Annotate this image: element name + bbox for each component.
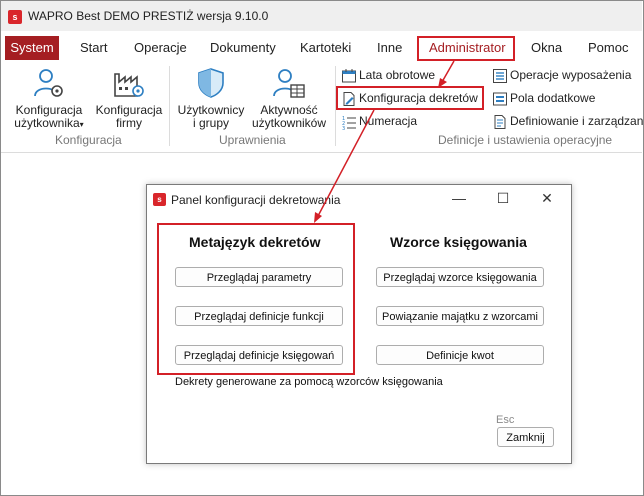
uzytkownicy-label-1: Użytkownicy: [177, 103, 245, 117]
dialog-logo-icon: s: [153, 193, 166, 206]
przegladaj-definicje-ksiegowan-button[interactable]: Przeglądaj definicje księgowań: [175, 345, 343, 365]
dropdown-arrow-icon: ▾: [79, 120, 84, 129]
menu-kartoteki[interactable]: Kartoteki: [300, 36, 351, 60]
document-edit-icon: [494, 114, 506, 129]
lata-obrotowe-label: Lata obrotowe: [359, 68, 436, 82]
przegladaj-definicje-funkcji-button[interactable]: Przeglądaj definicje funkcji: [175, 306, 343, 326]
title-bar: s WAPRO Best DEMO PRESTIŻ wersja 9.10.0: [1, 1, 642, 31]
lata-obrotowe-button[interactable]: Lata obrotowe: [341, 65, 435, 85]
dialog-title-bar: s Panel konfiguracji dekretowania — ☐ ✕: [147, 185, 571, 213]
menu-dokumenty[interactable]: Dokumenty: [210, 36, 276, 60]
aktywnosc-uzytkownikow-button[interactable]: Aktywność użytkowników: [247, 66, 331, 130]
dialog-title: Panel konfiguracji dekretowania: [171, 193, 341, 207]
aktywnosc-label-1: Aktywność: [260, 103, 318, 117]
minimize-icon[interactable]: —: [439, 185, 479, 211]
menu-administrator[interactable]: Administrator: [429, 36, 506, 60]
definicje-kwot-button[interactable]: Definicje kwot: [376, 345, 544, 365]
calendar-icon: [342, 68, 356, 83]
operacje-wyposazenia-button[interactable]: Operacje wyposażenia: [492, 65, 631, 85]
numeracja-button[interactable]: 1 2 3 Numeracja: [341, 111, 418, 132]
przegladaj-wzorce-ksiegowania-button[interactable]: Przeglądaj wzorce księgowania: [376, 267, 544, 287]
group-label-definicje: Definicje i ustawienia operacyjne: [438, 133, 613, 147]
menu-pomoc[interactable]: Pomoc: [588, 36, 628, 60]
przegladaj-parametry-button[interactable]: Przeglądaj parametry: [175, 267, 343, 287]
ribbon-separator: [169, 66, 170, 146]
svg-text:3: 3: [342, 126, 345, 130]
factory-settings-icon: [114, 73, 144, 97]
konf-firmy-label-2: firmy: [116, 116, 142, 130]
konfiguracja-uzytkownika-button[interactable]: Konfiguracja użytkownika▾: [11, 66, 87, 131]
pola-dodatkowe-label: Pola dodatkowe: [510, 91, 596, 105]
powiazanie-majatku-button[interactable]: Powiązanie majątku z wzorcami: [376, 306, 544, 326]
app-logo-icon: s: [8, 10, 22, 24]
definiowanie-button[interactable]: Definiowanie i zarządzan: [492, 111, 643, 131]
pola-dodatkowe-button[interactable]: Pola dodatkowe: [492, 88, 595, 108]
menu-system[interactable]: System: [5, 36, 59, 60]
menu-okna[interactable]: Okna: [531, 36, 562, 60]
numbered-list-icon: 123: [342, 116, 356, 132]
ribbon-separator: [335, 66, 336, 146]
numeracja-label: Numeracja: [359, 114, 418, 128]
konfiguracja-firmy-button[interactable]: Konfiguracja firmy: [91, 66, 167, 130]
dekrety-note: Dekrety generowane za pomocą wzorców ksi…: [175, 376, 443, 388]
menu-bar: System Start Operacje Dokumenty Kartotek…: [1, 36, 642, 60]
aktywnosc-label-2: użytkowników: [251, 116, 327, 130]
close-icon[interactable]: ✕: [527, 185, 567, 211]
user-settings-icon: [34, 69, 63, 97]
uzytkownicy-i-grupy-button[interactable]: Użytkownicy i grupy: [173, 66, 249, 130]
menu-start[interactable]: Start: [80, 36, 107, 60]
group-label-uprawnienia: Uprawnienia: [219, 133, 286, 147]
metajezyk-dekretow-title: Metajęzyk dekretów: [189, 234, 321, 250]
konfiguracja-dekretow-button[interactable]: Konfiguracja dekretów: [341, 88, 478, 108]
uzytkownicy-label-2: i grupy: [192, 116, 230, 130]
list-icon: [493, 68, 507, 83]
document-pen-icon: [343, 91, 355, 106]
zamknij-button[interactable]: Zamknij: [497, 427, 554, 447]
definiowanie-label: Definiowanie i zarządzan: [510, 114, 644, 128]
menu-inne[interactable]: Inne: [377, 36, 402, 60]
operacje-wyposazenia-label: Operacje wyposażenia: [510, 68, 632, 82]
konf-firmy-label-1: Konfiguracja: [95, 103, 163, 117]
konf-uzytkownika-label-2: użytkownika: [14, 116, 80, 130]
konfiguracja-dekretow-label: Konfiguracja dekretów: [359, 91, 478, 105]
user-table-icon: [273, 69, 305, 98]
wzorce-ksiegowania-title: Wzorce księgowania: [390, 234, 527, 250]
konf-uzytkownika-label-1: Konfiguracja: [15, 103, 83, 117]
maximize-icon[interactable]: ☐: [483, 185, 523, 211]
konfiguracja-dekretowania-dialog: s Panel konfiguracji dekretowania — ☐ ✕ …: [146, 184, 572, 464]
fields-icon: [493, 92, 507, 106]
ribbon: Konfiguracja użytkownika▾ Konfiguracja f…: [1, 60, 643, 153]
esc-hint: Esc: [496, 414, 515, 426]
group-label-konfiguracja: Konfiguracja: [55, 133, 122, 147]
menu-operacje[interactable]: Operacje: [134, 36, 187, 60]
shield-icon: [198, 68, 224, 98]
app-title: WAPRO Best DEMO PRESTIŻ wersja 9.10.0: [28, 9, 269, 23]
